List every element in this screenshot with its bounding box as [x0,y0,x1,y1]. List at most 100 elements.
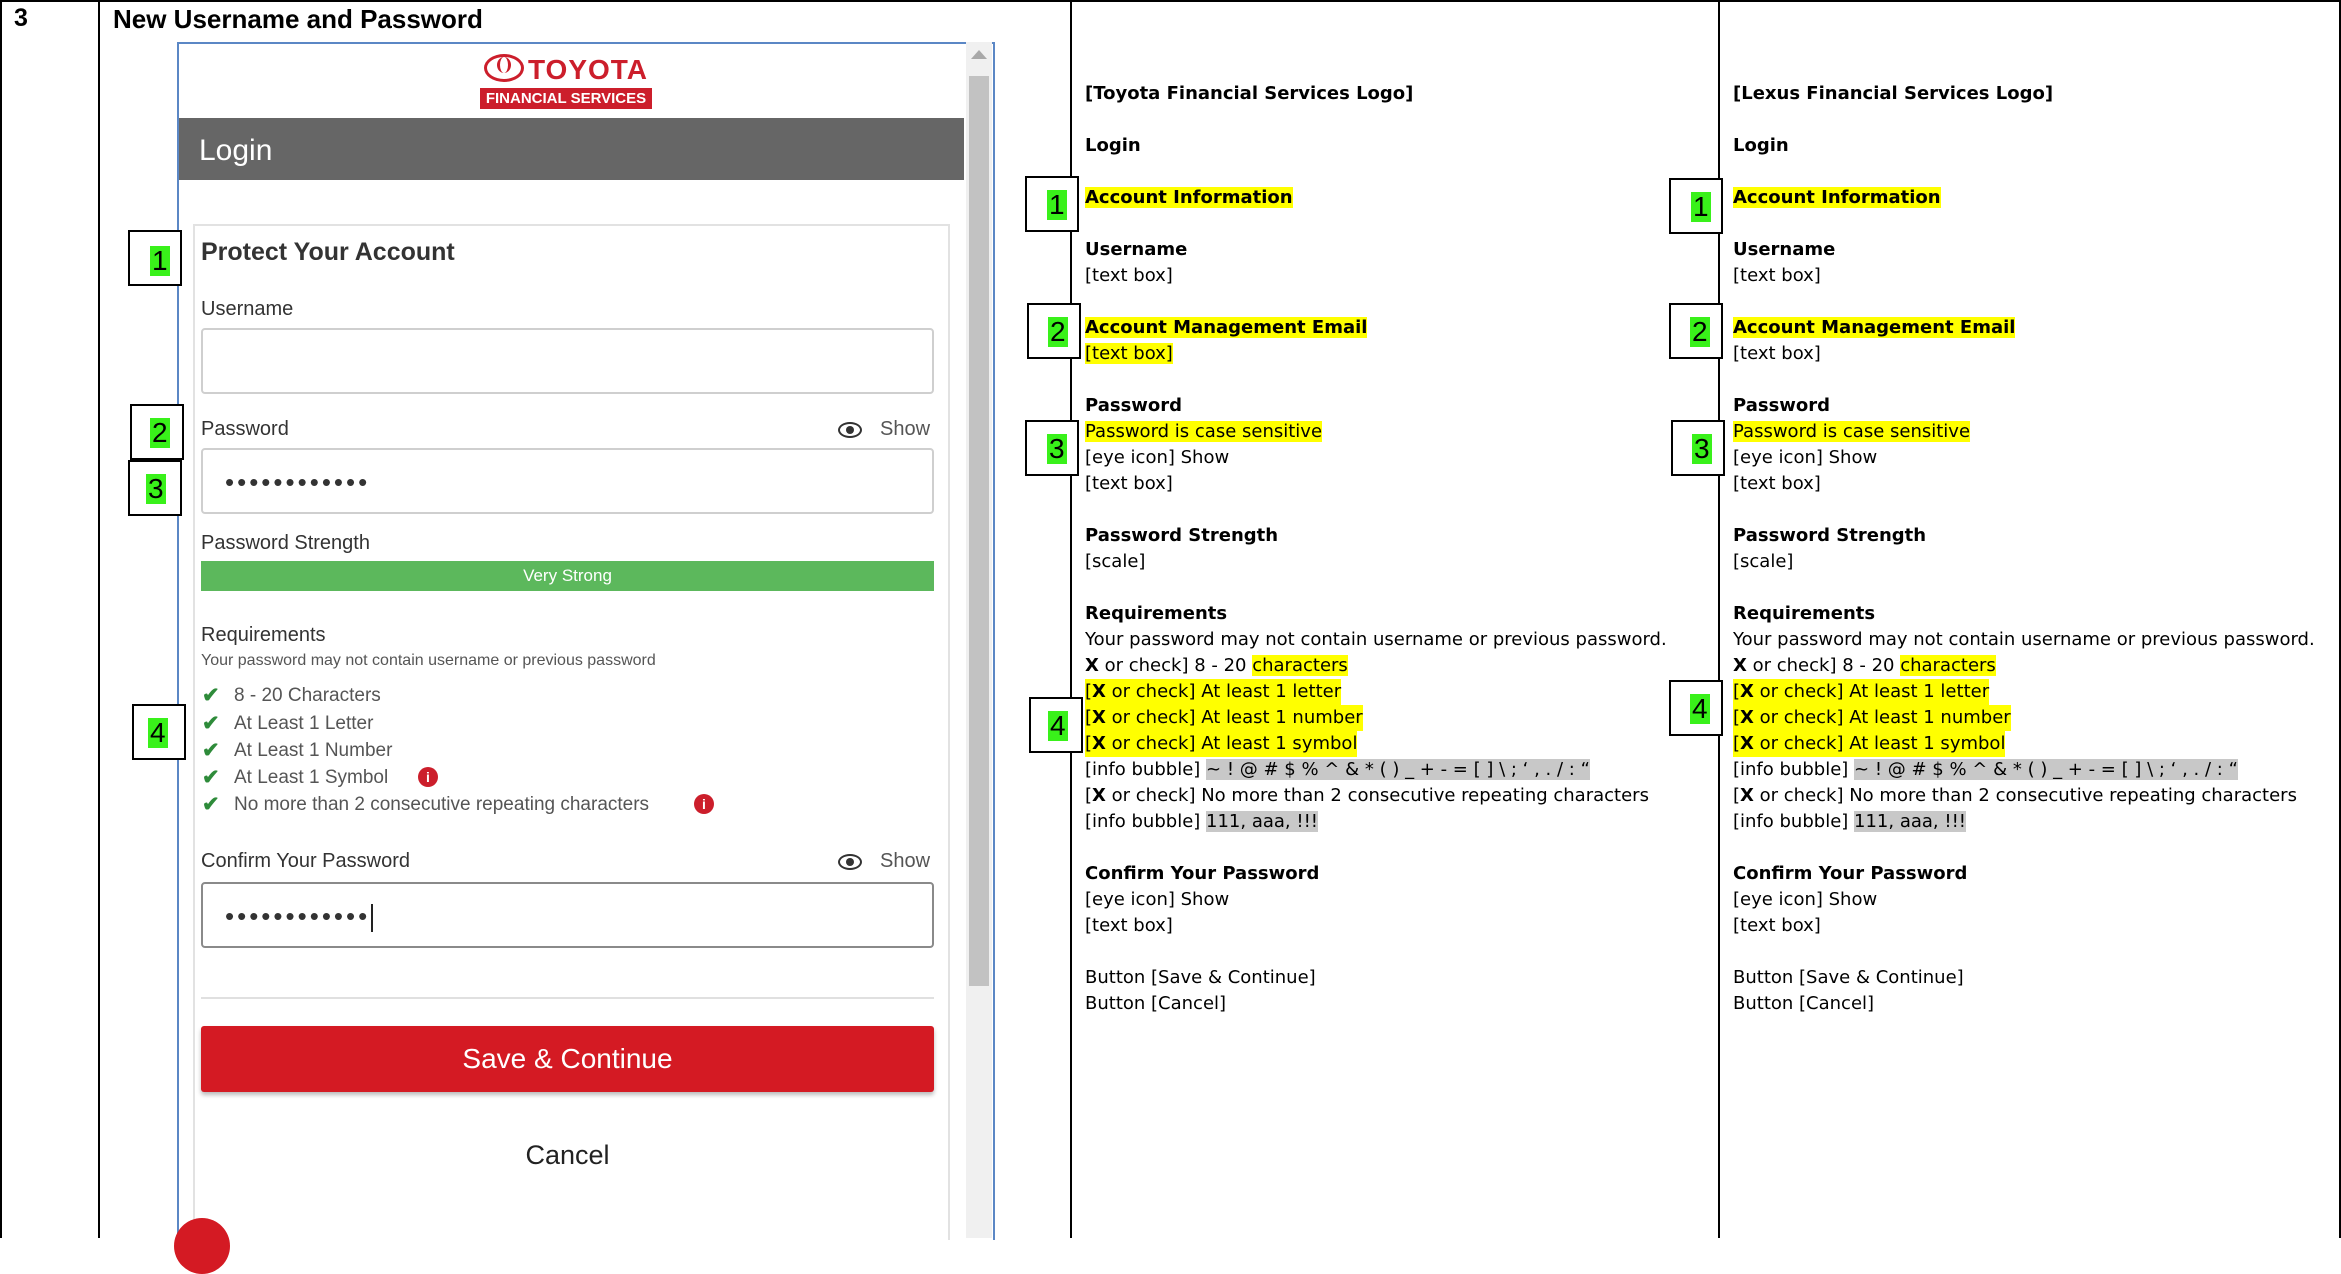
bracket: [ [1085,681,1093,702]
row-title: New Username and Password [113,4,483,34]
check-icon: ✔ [202,684,220,707]
bracket: [ [1733,733,1741,754]
row-number: 3 [14,4,28,32]
section-title: Protect Your Account [201,238,455,266]
lexus-req-letter: or check] At least 1 letter [1753,681,1990,702]
marker-label: 4 [1048,710,1068,741]
lexus-req-note: Your password may not contain username o… [1733,629,2315,650]
x-mark: X [1740,681,1754,702]
toyota-password: Password [1085,395,1183,416]
marker-label: 3 [1047,433,1067,464]
logo-brand: TOYOTA [527,54,649,85]
bracket: [ [1733,707,1741,728]
lexus-req-number: or check] At least 1 number [1753,707,2011,728]
lexus-marker-3: 3 [1671,420,1725,476]
password-show-toggle[interactable]: Show [880,418,930,441]
requirements-title: Requirements [201,624,326,646]
lexus-username: Username [1733,239,1836,260]
check-icon: ✔ [202,739,220,762]
toyota-strength: Password Strength [1085,525,1279,546]
info-icon[interactable]: i [694,794,714,814]
marker-2: 2 [130,404,184,460]
x-mark: X [1092,785,1106,806]
lexus-acct-email: Account Management Email [1733,317,2016,338]
table-border-1 [98,0,100,1238]
strength-label: Password Strength [201,532,370,554]
toyota-password-box: [text box] [1085,473,1173,494]
bracket: [ [1085,733,1093,754]
chat-bubble-icon[interactable] [174,1218,230,1274]
confirm-show-toggle[interactable]: Show [880,850,930,873]
x-mark: X [1740,785,1754,806]
toyota-confirm-box: [text box] [1085,915,1173,936]
toyota-confirm-eye: [eye icon] Show [1085,889,1230,910]
lexus-strength: Password Strength [1733,525,1927,546]
check-icon: ✔ [202,766,220,789]
lexus-marker-4: 4 [1669,680,1723,736]
lexus-case-sensitive: Password is case sensitive [1733,421,1971,442]
toyota-username: Username [1085,239,1188,260]
x-mark: X [1092,707,1106,728]
marker-4: 4 [132,704,186,760]
lexus-login: Login [1733,135,1789,156]
scroll-up-arrow-icon[interactable] [971,50,987,59]
username-label: Username [201,298,294,320]
toyota-req-note: Your password may not contain username o… [1085,629,1667,650]
table-border-left [0,0,2,1238]
marker-label: 2 [1048,316,1068,347]
x-mark: X [1740,707,1754,728]
text-caret [371,904,374,933]
lexus-confirm-box: [text box] [1733,915,1821,936]
x-mark: X [1092,681,1106,702]
toyota-req-repeat: or check] No more than 2 consecutive rep… [1105,785,1649,806]
info-icon[interactable]: i [418,767,438,787]
toyota-requirements: Requirements [1085,603,1228,624]
x-mark: X [1733,655,1747,676]
toyota-eye-show: [eye icon] Show [1085,447,1230,468]
lexus-btn-cancel: Button [Cancel] [1733,993,1875,1014]
requirement-item: At Least 1 Letter [234,713,374,734]
requirement-item: At Least 1 Symbol [234,767,389,788]
username-input[interactable] [201,328,934,394]
toyota-info-bubble-2: [info bubble] [1085,811,1201,832]
marker-label: 1 [1691,191,1711,222]
scrollbar-thumb[interactable] [969,76,989,986]
eye-icon[interactable] [838,854,862,870]
lexus-confirm: Confirm Your Password [1733,863,1968,884]
check-icon: ✔ [202,793,220,816]
x-mark: X [1092,733,1106,754]
logo-subtitle: FINANCIAL SERVICES [480,88,652,109]
toyota-logo-text: [Toyota Financial Services Logo] [1085,83,1414,104]
toyota-acct-email: Account Management Email [1085,317,1368,338]
confirm-password-input[interactable]: •••••••••••• [201,882,934,948]
toyota-info-bubble: [info bubble] [1085,759,1201,780]
lexus-info-bubble: [info bubble] [1733,759,1849,780]
toyota-marker-4: 4 [1029,697,1083,753]
marker-label: 4 [148,717,168,748]
marker-label: 1 [1047,189,1067,220]
lexus-req-chars: or check] 8 - 20 [1746,655,1901,676]
lexus-confirm-eye: [eye icon] Show [1733,889,1878,910]
toyota-emblem-icon [483,54,524,82]
toyota-marker-1: 1 [1025,176,1079,232]
eye-icon[interactable] [838,422,862,438]
toyota-confirm: Confirm Your Password [1085,863,1320,884]
x-mark: X [1740,733,1754,754]
requirement-item: At Least 1 Number [234,740,393,761]
lexus-btn-save: Button [Save & Continue] [1733,967,1964,988]
password-input[interactable]: •••••••••••• [201,448,934,514]
bracket: [ [1733,681,1741,702]
cancel-button[interactable]: Cancel [201,1130,934,1180]
marker-label: 1 [150,245,170,276]
lexus-scale: [scale] [1733,551,1794,572]
lexus-logo-text: [Lexus Financial Services Logo] [1733,83,2054,104]
toyota-account-info: Account Information [1085,187,1293,208]
password-label: Password [201,418,289,440]
bracket: [ [1085,707,1093,728]
marker-3: 3 [128,460,182,516]
toyota-marker-3: 3 [1025,420,1079,476]
save-continue-button[interactable]: Save & Continue [201,1026,934,1092]
marker-label: 4 [1690,693,1710,724]
lexus-password: Password [1733,395,1831,416]
toyota-req-letter: or check] At least 1 letter [1105,681,1342,702]
